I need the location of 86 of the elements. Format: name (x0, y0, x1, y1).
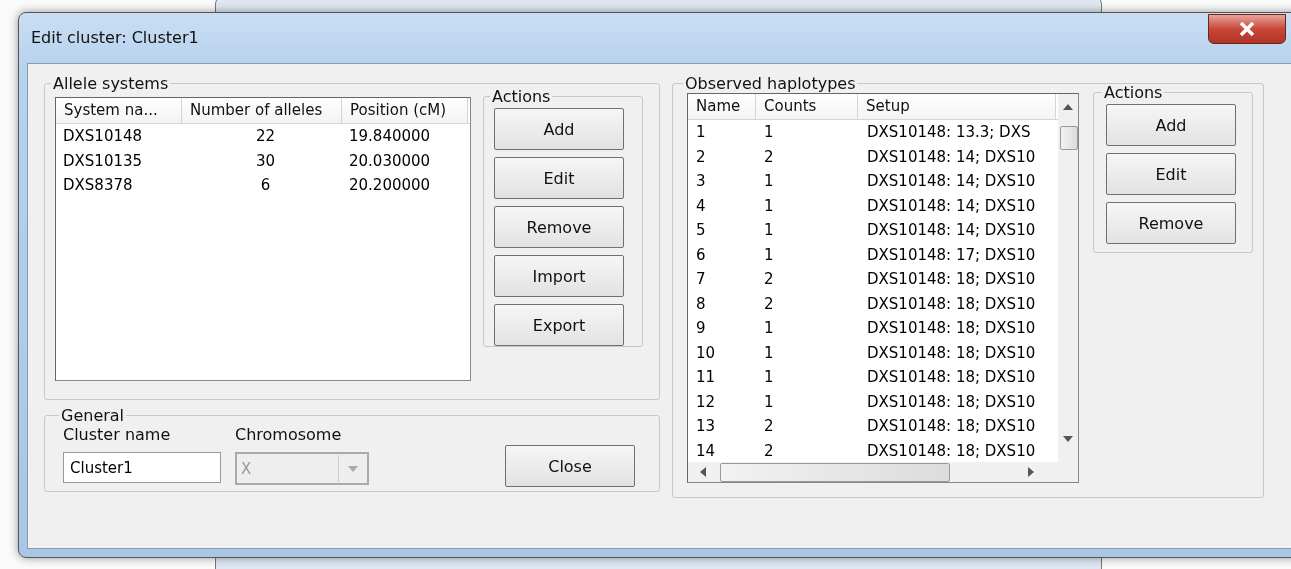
table-cell-text: 1 (763, 343, 775, 362)
column-header[interactable]: Number of alleles (182, 98, 342, 123)
table-cell-text: DXS10148: 18; DXS10 (866, 294, 1037, 313)
table-cell-text: DXS10148: 18; DXS10 (866, 441, 1037, 460)
table-cell-text: 1 (763, 172, 775, 191)
table-cell-text: 12 (695, 392, 717, 411)
table-cell-text: DXS10148: 18; DXS10 (866, 343, 1037, 362)
column-header[interactable]: Name (688, 94, 756, 119)
table-cell-text: 7 (695, 270, 707, 289)
action-button[interactable]: Remove (494, 206, 624, 248)
table-cell-text: 1 (763, 196, 775, 215)
table-cell-text: DXS10135 (62, 151, 144, 170)
table-cell-text: DXS10148: 18; DXS10 (866, 417, 1037, 436)
table-cell-text: 1 (763, 245, 775, 264)
table-cell-text: 22 (254, 127, 277, 146)
close-dialog-button[interactable]: Close (505, 445, 635, 487)
allele-list[interactable]: System na... Number of alleles Position (cM) DXS10148 22 19.840000 DXS10135 30 20.030000 DXS8378 6 20.200000 (55, 97, 471, 381)
table-cell-text: DXS10148: 18; DXS10 (866, 392, 1037, 411)
table-cell-text: 1 (695, 123, 707, 142)
table-cell-text: 10 (695, 343, 717, 362)
table-cell-text: 2 (763, 294, 775, 313)
table-cell-text: 9 (695, 319, 707, 338)
haplotype-list[interactable] (687, 93, 1079, 483)
group-title: General (60, 406, 126, 425)
action-button[interactable]: Add (494, 108, 624, 150)
close-icon (1239, 22, 1255, 36)
group-title: Actions (491, 87, 552, 106)
action-button[interactable]: Import (494, 255, 624, 297)
table-cell-text: 6 (695, 245, 707, 264)
table-cell-text: DXS10148: 14; DXS10 (866, 196, 1037, 215)
action-button[interactable]: Remove (1106, 202, 1236, 244)
scroll-up-icon[interactable] (1063, 104, 1073, 110)
group-title: Allele systems (52, 74, 170, 93)
table-cell-text: 20.030000 (348, 151, 432, 170)
table-cell-text: 20.200000 (348, 176, 432, 195)
field-label: Cluster name (63, 425, 172, 444)
scroll-left-icon[interactable] (700, 467, 706, 477)
window-title: Edit cluster: Cluster1 (30, 27, 199, 47)
dropdown-arrow-icon (348, 465, 358, 472)
scrollbar-thumb[interactable] (720, 463, 950, 482)
table-cell-text: DXS10148 (62, 127, 144, 146)
table-cell-text: 1 (763, 392, 775, 411)
table-cell-text: DXS8378 (62, 176, 134, 195)
close-button[interactable] (1208, 14, 1286, 44)
column-header[interactable]: Setup (858, 94, 1056, 119)
table-cell-text: 1 (763, 221, 775, 240)
table-cell-text: DXS10148: 18; DXS10 (866, 319, 1037, 338)
column-header[interactable]: Position (cM) (342, 98, 468, 123)
action-button[interactable]: Export (494, 304, 624, 346)
table-cell-text: 13 (695, 417, 717, 436)
table-cell-text: 6 (259, 176, 272, 195)
scroll-right-icon[interactable] (1028, 467, 1034, 477)
table-cell-text: DXS10148: 14; DXS10 (866, 172, 1037, 191)
table-cell-text: 2 (763, 147, 775, 166)
scroll-down-icon[interactable] (1063, 436, 1073, 442)
column-header[interactable]: Counts (756, 94, 858, 119)
cluster-name-field[interactable]: Cluster1 (63, 452, 221, 483)
field-label: Chromosome (235, 425, 343, 444)
table-cell-text: 30 (254, 151, 277, 170)
table-cell-text: 8 (695, 294, 707, 313)
action-button[interactable]: Edit (494, 157, 624, 199)
table-cell-text: DXS10148: 18; DXS10 (866, 368, 1037, 387)
table-cell-text: 4 (695, 196, 707, 215)
table-cell-text: 5 (695, 221, 707, 240)
action-button[interactable]: Edit (1106, 153, 1236, 195)
column-header[interactable]: System na... (56, 98, 182, 123)
scrollbar-thumb[interactable] (1060, 126, 1078, 150)
table-cell-text: 11 (695, 368, 717, 387)
table-cell-text: 2 (763, 417, 775, 436)
table-cell-text: 2 (763, 441, 775, 460)
action-button[interactable]: Add (1106, 104, 1236, 146)
table-cell-text: 3 (695, 172, 707, 191)
table-cell-text: 1 (763, 368, 775, 387)
table-cell-text: 19.840000 (348, 127, 432, 146)
table-cell-text: 1 (763, 123, 775, 142)
table-cell-text: DXS10148: 14; DXS10 (866, 221, 1037, 240)
table-cell-text: 2 (695, 147, 707, 166)
table-cell-text: 14 (695, 441, 717, 460)
table-cell-text: DXS10148: 18; DXS10 (866, 270, 1037, 289)
group-title: Observed haplotypes (684, 74, 857, 93)
table-cell-text: DXS10148: 14; DXS10 (866, 147, 1037, 166)
table-cell-text: 1 (763, 319, 775, 338)
table-cell-text: 2 (763, 270, 775, 289)
group-title: Actions (1103, 83, 1164, 102)
table-cell-text: DXS10148: 17; DXS10 (866, 245, 1037, 264)
table-cell-text: DXS10148: 13.3; DXS (866, 123, 1032, 142)
